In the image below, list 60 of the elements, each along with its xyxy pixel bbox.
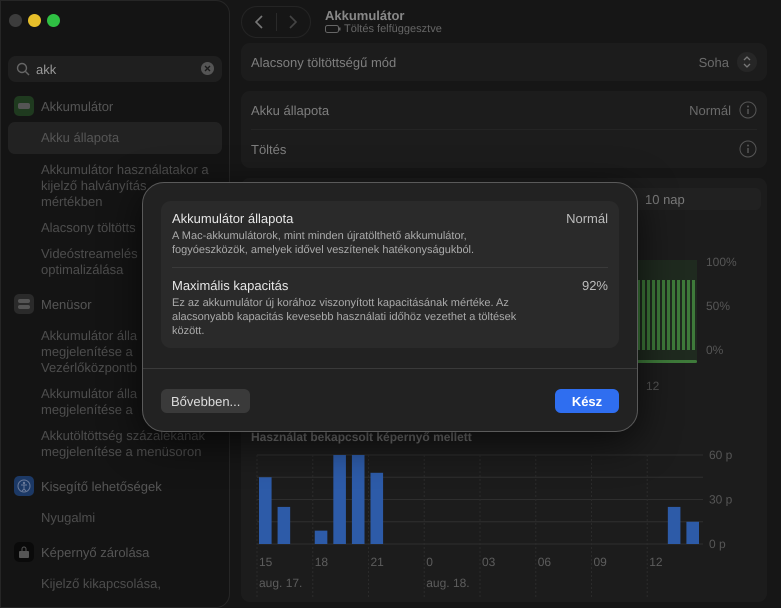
dialog-row-title: Maximális kapacitás <box>172 278 290 293</box>
axis-label: 0 <box>426 555 433 569</box>
usage-bar <box>278 506 290 544</box>
done-button[interactable]: Kész <box>555 389 619 413</box>
info-icon[interactable] <box>739 140 757 158</box>
sidebar-item[interactable]: Nyugalmi <box>8 502 222 528</box>
axis-label: 100% <box>706 255 737 269</box>
usage-bar <box>686 522 699 544</box>
axis-label: 0 p <box>709 537 726 551</box>
sidebar-section[interactable]: Kisegítő lehetőségek <box>41 478 162 494</box>
usage-bar <box>314 530 328 544</box>
clear-icon[interactable] <box>201 62 214 75</box>
sidebar-section[interactable]: Képernyő zárolása <box>41 544 150 560</box>
axis-label: 21 <box>370 555 384 569</box>
dialog-row-description: Ez az akkumulátor új korához viszonyított kapacitásának mértéke. Az alacsonyabb kapacitás kevesebb használati időhöz vezethet a töltések között. <box>172 296 518 338</box>
axis-label: 15 <box>259 555 272 569</box>
row-label: Alacsony töltöttségű mód <box>251 54 398 70</box>
axis-label: 12 <box>649 555 663 569</box>
dialog-row-value: 92% <box>582 278 608 293</box>
search-icon <box>16 62 30 76</box>
chart-title: Használat bekapcsolt képernyő mellett <box>251 430 473 444</box>
axis-label: 18 <box>314 555 328 569</box>
dialog-row-title: Akkumulátor állapota <box>172 211 294 226</box>
battery-icon <box>14 96 34 116</box>
toggles-icon <box>14 294 34 314</box>
axis-label: 60 p <box>709 448 732 462</box>
axis-label: 50% <box>706 299 730 313</box>
dialog-row-description: A Mac-akkumulátorok, mint minden újratölthető akkumulátor, fogyóeszközök, amelyek idővel veszítenek hatékonyságukból. <box>172 229 476 257</box>
axis-label: 06 <box>538 555 552 569</box>
window-title: Akkumulátor <box>325 8 406 23</box>
window-subtitle: Töltés felfüggesztve <box>344 23 442 35</box>
chevron-left-icon <box>254 14 263 28</box>
date-label: aug. 17. <box>259 576 302 590</box>
axis-label: 0% <box>706 343 724 357</box>
usage-bar <box>668 506 680 544</box>
accessibility-icon <box>14 476 34 496</box>
axis-label: 09 <box>594 555 607 569</box>
more-button[interactable]: Bővebben... <box>161 389 250 413</box>
minimize-button[interactable] <box>28 14 41 27</box>
info-icon[interactable] <box>739 101 757 119</box>
axis-label: 30 p <box>709 492 732 506</box>
date-label: aug. 18. <box>426 576 470 590</box>
lock-icon <box>14 542 34 562</box>
stepper-icon[interactable] <box>737 52 757 72</box>
close-button[interactable] <box>9 14 22 27</box>
row-label: Töltés <box>251 142 288 156</box>
popup-value[interactable]: Soha <box>698 54 729 70</box>
dialog-row-value: Normál <box>566 211 608 226</box>
chevron-right-icon <box>289 14 298 28</box>
sidebar-item[interactable]: Kijelző kikapcsolása, <box>8 568 222 594</box>
axis-label: 03 <box>482 555 496 569</box>
battery-icon <box>325 25 341 33</box>
usage-bar <box>370 472 384 544</box>
zoom-button[interactable] <box>47 14 60 27</box>
usage-bar <box>259 477 272 544</box>
search-field[interactable]: akk <box>8 56 222 82</box>
sidebar-section[interactable]: Akkumulátor <box>41 98 114 114</box>
row-value: Normál <box>689 102 731 118</box>
row-label: Akku állapota <box>251 102 330 118</box>
sidebar-section[interactable]: Menüsor <box>41 296 92 312</box>
